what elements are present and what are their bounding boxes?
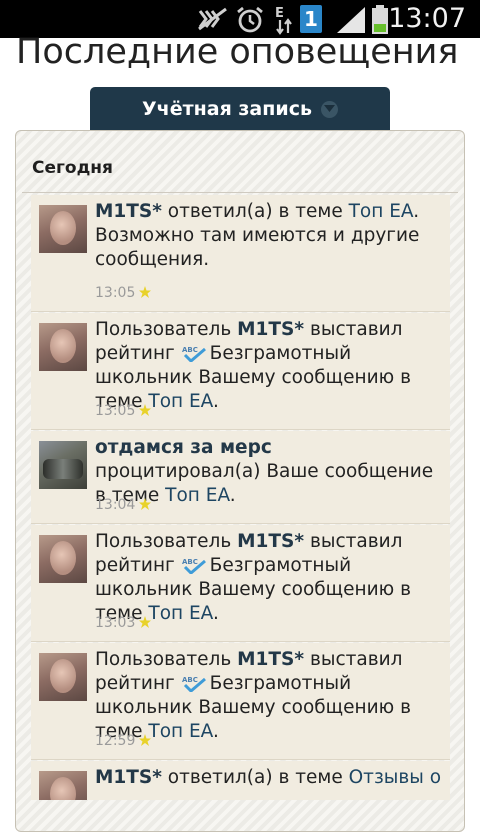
topic-link[interactable]: Топ EA	[349, 201, 414, 222]
avatar[interactable]	[39, 653, 87, 701]
account-tab-label: Учётная запись	[142, 97, 312, 120]
notification-text: Пользователь M1TS* выставил рейтинг ABC Б…	[95, 531, 411, 624]
divider	[22, 192, 458, 193]
avatar[interactable]	[39, 205, 87, 253]
topic-link[interactable]: Топ EA	[148, 603, 213, 624]
new-star-icon	[139, 286, 152, 298]
timestamp: 13:05	[95, 285, 152, 301]
avatar[interactable]	[39, 771, 87, 800]
new-star-icon	[139, 404, 152, 416]
new-star-icon	[139, 734, 152, 746]
topic-link[interactable]: Топ EA	[165, 485, 230, 506]
notification-item[interactable]: Пользователь M1TS* выставил рейтинг ABC Б…	[31, 643, 450, 760]
timestamp: 13:05	[95, 403, 152, 419]
notification-text: M1TS* ответил(а) в теме Отзывы о	[95, 767, 442, 788]
timestamp: 13:03	[95, 615, 152, 631]
svg-text:ABC: ABC	[182, 676, 198, 684]
svg-text:E: E	[275, 6, 284, 21]
avatar[interactable]	[39, 535, 87, 583]
user-link[interactable]: M1TS*	[95, 201, 162, 222]
avatar[interactable]	[39, 323, 87, 371]
notification-text: M1TS* ответил(а) в теме Топ EA. Возможно…	[95, 201, 420, 270]
timestamp: 12:59	[95, 733, 152, 749]
notification-item[interactable]: M1TS* ответил(а) в теме Топ EA. Возможно…	[31, 195, 450, 312]
new-star-icon	[139, 616, 152, 628]
user-link[interactable]: M1TS*	[95, 767, 162, 788]
svg-text:ABC: ABC	[182, 346, 198, 354]
notification-item[interactable]: M1TS* ответил(а) в теме Отзывы о	[31, 761, 450, 800]
section-title-today: Сегодня	[32, 158, 113, 178]
rating-abc-icon: ABC	[182, 346, 206, 362]
topic-link[interactable]: Топ EA	[148, 721, 213, 742]
rating-abc-icon: ABC	[182, 676, 206, 692]
new-star-icon	[139, 498, 152, 510]
user-link[interactable]: отдамся за мерс	[95, 437, 272, 458]
topic-link[interactable]: Отзывы о	[349, 767, 442, 788]
chevron-down-icon	[320, 101, 338, 118]
user-link[interactable]: M1TS*	[237, 319, 304, 340]
notification-text: Пользователь M1TS* выставил рейтинг ABC Б…	[95, 649, 411, 742]
user-link[interactable]: M1TS*	[237, 531, 304, 552]
avatar[interactable]	[39, 441, 87, 489]
notification-item[interactable]: Пользователь M1TS* выставил рейтинг ABC Б…	[31, 525, 450, 642]
notification-item[interactable]: отдамся за мерс процитировал(а) Ваше соо…	[31, 431, 450, 524]
topic-link[interactable]: Топ EA	[148, 391, 213, 412]
account-dropdown-button[interactable]: Учётная запись	[90, 87, 390, 130]
notification-text: Пользователь M1TS* выставил рейтинг ABC Б…	[95, 319, 411, 412]
rating-abc-icon: ABC	[182, 558, 206, 574]
svg-text:ABC: ABC	[182, 558, 198, 566]
notification-item[interactable]: Пользователь M1TS* выставил рейтинг ABC Б…	[31, 313, 450, 430]
page-title: Последние оповещения	[16, 32, 459, 72]
timestamp: 13:04	[95, 497, 152, 513]
user-link[interactable]: M1TS*	[237, 649, 304, 670]
